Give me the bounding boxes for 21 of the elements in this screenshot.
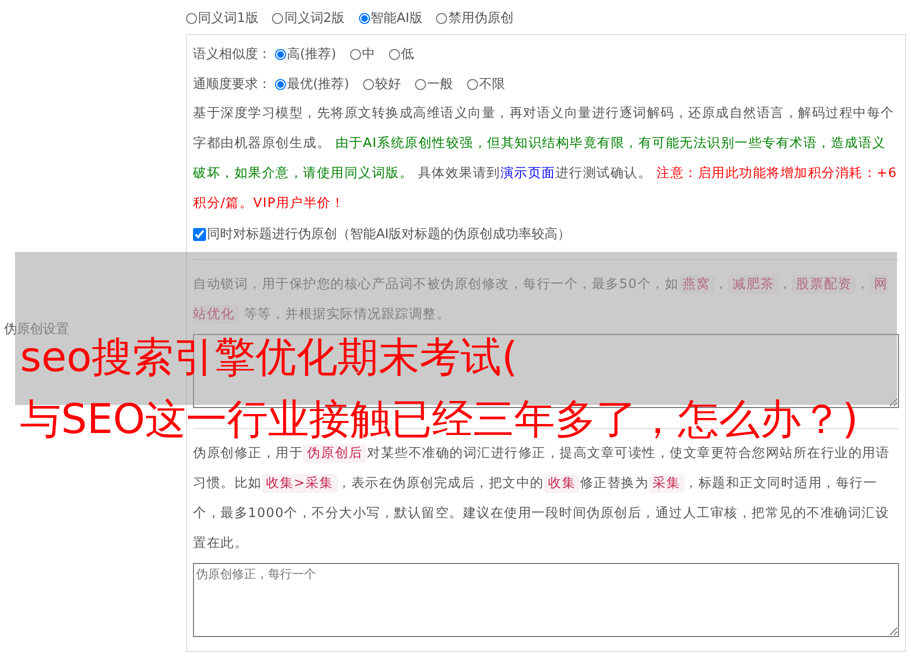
radio-button[interactable]: 同义词2版 — [272, 9, 345, 27]
description-text: 基于深度学习模型，先将原文转换成高维语义向量，再对语义向量进行逐词解码，还原成自然语言，解码过程中每个字都由机器原创生成。 由于AI系统原创性较强，但其知识结构毕竟有限，有可能无法识别一些专有术语，造成语义破坏，如果介意，请使用同义词版。 具体效果请到演示页面进行测试确认。 注意：启用此功能将增加积分消耗：+6积分/篇。VIP用户半价！ — [193, 105, 898, 213]
radio-button[interactable]: 较好 — [363, 75, 402, 93]
radio-button[interactable]: 禁用伪原创 — [436, 9, 514, 27]
radio-button[interactable]: 智能AI版 — [358, 9, 422, 27]
checkbox-label: 同时对标题进行伪原创（智能AI版对标题的伪原创成功率较高） — [207, 226, 571, 243]
radio-button[interactable]: 同义词1版 — [186, 9, 258, 27]
description-text: 伪原创修正，用于 伪原创后 对某些不准确的词汇进行修正，提高文章可读性，使文章更符合您网站所在行业的用语习惯。比如 收集>采集 ，表示在伪原创完成后，把文中的 收集 修正替换为 采集 ，标题和正文同时适用，每行一个，最多1000个，不分大小写，默认留空。建议在使用一段时间伪原创后，通过人工审核，把常见的不准确词汇设置在此。 — [193, 443, 890, 553]
radio-button[interactable]: 不限 — [467, 75, 506, 93]
demo-page-link[interactable]: 演示页面 — [500, 166, 556, 181]
radio-button[interactable]: 低 — [389, 45, 414, 63]
field-label: 语义相似度： — [193, 46, 271, 63]
radio-button[interactable]: 中 — [350, 45, 376, 63]
field-label: 通顺度要求： — [193, 76, 271, 93]
radio-button[interactable]: 一般 — [415, 75, 454, 93]
title-checkbox[interactable] — [193, 228, 206, 240]
description-text: 自动锁词，用于保护您的核心产品词不被伪原创修改，每行一个，最多50个，如 燕窝 ， 减肥茶 ， 股票配资 ， 网站优化 等等，并根据实际情况跟踪调整。 — [193, 274, 889, 326]
corrections-textarea[interactable]: 伪原创修正，每行一个 — [193, 563, 899, 637]
radio-button[interactable]: 高(推荐) — [275, 45, 336, 63]
radio-button[interactable]: 最优(推荐) — [275, 75, 350, 93]
overlay-title-line: 与SEO这一行业接触已经三年多了，怎么办？) — [20, 396, 858, 442]
